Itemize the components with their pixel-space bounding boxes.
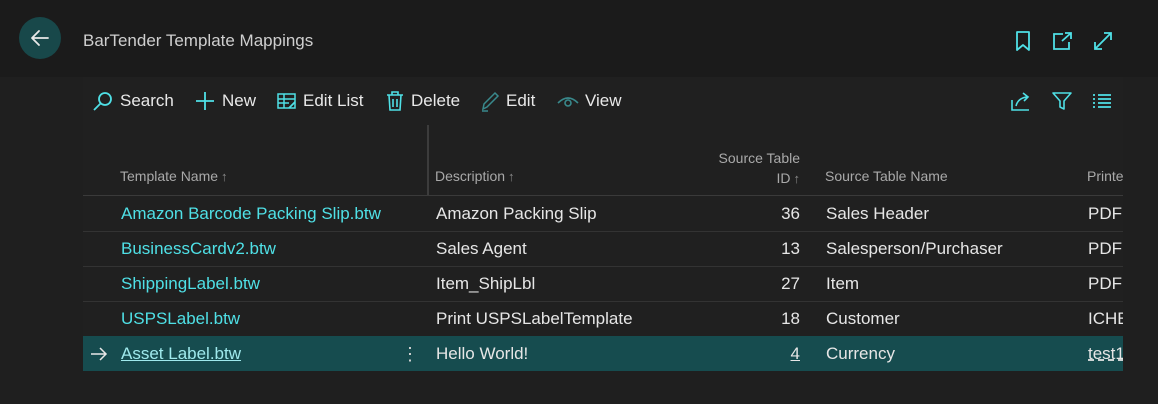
list-view-button[interactable]	[1091, 90, 1113, 112]
filter-icon	[1052, 92, 1072, 110]
back-button[interactable]	[19, 17, 61, 59]
table-row[interactable]: Amazon Barcode Packing Slip.btw Amazon P…	[83, 196, 1123, 232]
column-header-source-table-id[interactable]: Source Table ID ↑	[698, 148, 800, 189]
list-icon	[1093, 94, 1111, 108]
new-label: New	[222, 91, 257, 110]
expand-button[interactable]	[1092, 30, 1114, 52]
view-button[interactable]: View	[557, 90, 622, 112]
printer-cell: PDF	[1088, 274, 1122, 293]
sort-ascending-icon: ↑	[221, 169, 228, 184]
new-button[interactable]: New	[194, 90, 256, 112]
column-header-source-table-name[interactable]: Source Table Name	[825, 168, 948, 184]
column-header-template-name[interactable]: Template Name ↑	[120, 168, 228, 184]
trash-icon	[387, 91, 403, 111]
share-icon	[1011, 92, 1030, 111]
template-name-link[interactable]: USPSLabel.btw	[121, 309, 240, 329]
search-button[interactable]: Search	[92, 90, 174, 112]
column-header-label: Description	[435, 168, 506, 184]
column-header-label-line1: Source Table	[718, 150, 800, 166]
bookmark-button[interactable]	[1012, 30, 1034, 52]
printer-cell: ICHE	[1088, 309, 1123, 328]
column-header-label-line2: ID	[776, 170, 791, 186]
bookmark-icon	[1016, 31, 1030, 51]
plus-icon	[196, 92, 214, 110]
source-table-id-cell: 18	[781, 309, 800, 328]
column-resizer[interactable]	[427, 125, 429, 195]
edit-button[interactable]: Edit	[480, 90, 535, 112]
template-name-link[interactable]: ShippingLabel.btw	[121, 274, 260, 294]
arrow-left-icon	[31, 30, 49, 46]
table-row-selected[interactable]: Asset Label.btw ⋮ Hello World! 4 Currenc…	[83, 336, 1123, 371]
description-cell: Hello World!	[436, 344, 529, 363]
row-actions-menu-icon[interactable]: ⋮	[401, 344, 419, 364]
page-title: BarTender Template Mappings	[83, 31, 314, 50]
template-name-link[interactable]: BusinessCardv2.btw	[121, 239, 276, 259]
description-cell: Amazon Packing Slip	[436, 204, 597, 223]
description-cell: Sales Agent	[436, 239, 527, 258]
column-header-label: Printe	[1087, 168, 1123, 184]
source-table-name-cell: Item	[826, 274, 860, 293]
view-label: View	[585, 91, 622, 110]
column-header-printer[interactable]: Printe	[1087, 168, 1123, 184]
table-row[interactable]: BusinessCardv2.btw Sales Agent 13 Salesp…	[83, 231, 1123, 267]
template-mappings-table: Template Name ↑ Description ↑ Source Table…	[83, 125, 1123, 371]
source-table-id-cell: 27	[781, 274, 800, 293]
source-table-id-cell: 36	[781, 204, 800, 223]
column-header-description[interactable]: Description ↑	[435, 168, 515, 184]
printer-cell[interactable]: test1	[1088, 344, 1123, 364]
template-name-link[interactable]: Asset Label.btw	[121, 344, 241, 364]
printer-cell: PDF	[1088, 239, 1122, 258]
edit-list-label: Edit List	[303, 91, 364, 110]
column-header-label: Source Table Name	[825, 168, 948, 184]
open-in-new-window-icon	[1053, 32, 1072, 50]
template-name-link[interactable]: Amazon Barcode Packing Slip.btw	[121, 204, 381, 224]
table-row[interactable]: ShippingLabel.btw Item_ShipLbl 27 Item P…	[83, 266, 1123, 302]
source-table-name-cell: Customer	[826, 309, 900, 328]
row-selected-arrow-icon	[91, 347, 108, 361]
pencil-icon	[481, 91, 500, 112]
source-table-name-cell: Sales Header	[826, 204, 930, 223]
share-button[interactable]	[1010, 90, 1032, 112]
description-cell: Item_ShipLbl	[436, 274, 536, 293]
edit-list-icon	[277, 93, 296, 109]
search-icon	[93, 92, 112, 111]
delete-button[interactable]: Delete	[385, 90, 460, 112]
sort-ascending-icon: ↑	[508, 169, 515, 184]
printer-cell: PDF	[1088, 204, 1122, 223]
source-table-name-cell: Currency	[826, 344, 895, 363]
expand-icon	[1094, 32, 1112, 50]
sort-ascending-icon: ↑	[793, 171, 801, 186]
page-header: BarTender Template Mappings	[0, 0, 1158, 77]
filter-button[interactable]	[1051, 90, 1073, 112]
edit-list-button[interactable]: Edit List	[277, 90, 363, 112]
search-label: Search	[120, 91, 174, 110]
delete-label: Delete	[411, 91, 461, 110]
source-table-id-cell: 13	[781, 239, 800, 258]
description-cell: Print USPSLabelTemplate	[436, 309, 633, 328]
source-table-id-cell[interactable]: 4	[740, 344, 800, 364]
table-row[interactable]: USPSLabel.btw Print USPSLabelTemplate 18…	[83, 301, 1123, 337]
open-new-window-button[interactable]	[1051, 30, 1073, 52]
column-header-label: Template Name	[120, 168, 219, 184]
source-table-name-cell: Salesperson/Purchaser	[826, 239, 1003, 258]
edit-label: Edit	[506, 91, 536, 110]
action-toolbar: Search New Edit List Delete Edit View	[83, 77, 1123, 126]
eye-icon	[557, 97, 579, 107]
